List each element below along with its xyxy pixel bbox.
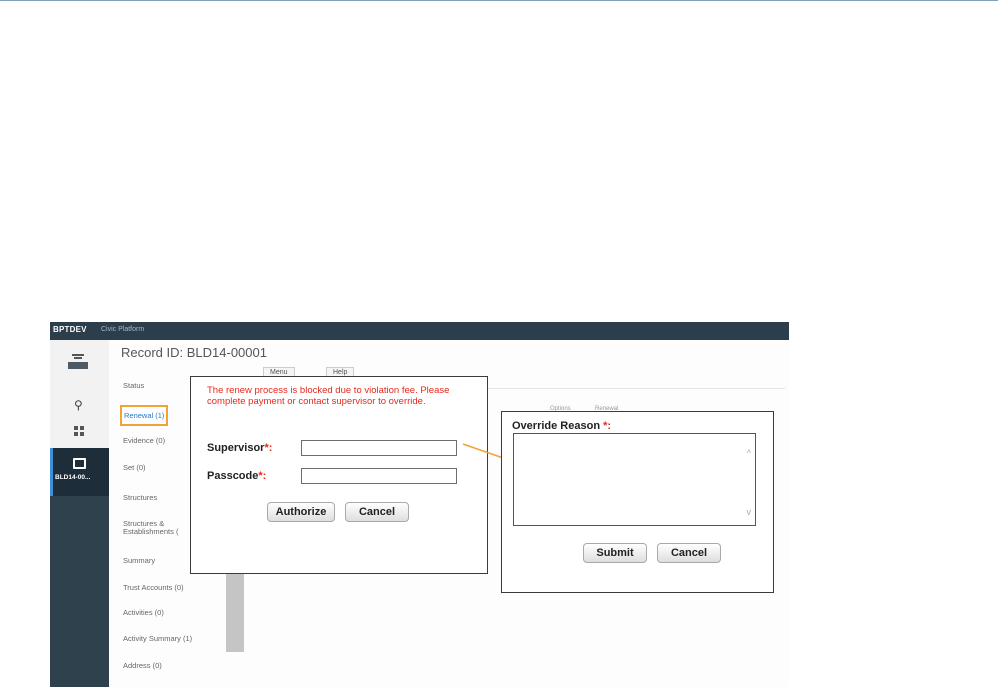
scroll-down-icon[interactable]: v (747, 507, 752, 517)
override-cancel-button[interactable]: Cancel (657, 543, 721, 563)
record-document-icon (73, 458, 86, 469)
record-title: Record ID: BLD14-00001 (121, 345, 267, 360)
inbox-tray-icon (68, 354, 88, 369)
supervisor-input[interactable] (301, 440, 457, 456)
sidebar-item-set[interactable]: Set (0) (123, 463, 146, 472)
passcode-label: Passcode*: (207, 470, 267, 482)
nav-open-record[interactable]: BLD14-00... (50, 448, 109, 496)
nav-launcher[interactable] (50, 340, 109, 384)
scroll-up-icon[interactable]: ^ (747, 448, 751, 458)
sidebar-item-structures[interactable]: Structures (123, 493, 157, 502)
sidebar-item-trust-accounts[interactable]: Trust Accounts (0) (123, 583, 184, 592)
top-border-line (0, 0, 998, 1)
search-icon[interactable]: ⚲ (74, 398, 83, 412)
override-reason-dialog: Override Reason *: ^ v Submit Cancel (501, 411, 774, 593)
required-marker: *: (264, 442, 273, 454)
platform-label[interactable]: Civic Platform (101, 326, 144, 333)
passcode-input[interactable] (301, 468, 457, 484)
sidebar-item-activities[interactable]: Activities (0) (123, 608, 164, 617)
blocked-message: The renew process is blocked due to viol… (207, 385, 450, 407)
override-reason-label: Override Reason *: (512, 420, 612, 432)
sidebar-item-establishments[interactable]: Establishments ( (123, 527, 178, 536)
nav-record-label: BLD14-00... (55, 474, 91, 481)
supervisor-label: Supervisor*: (207, 442, 273, 454)
override-reason-textarea[interactable]: ^ v (513, 433, 756, 526)
apps-grid-icon[interactable] (74, 426, 84, 436)
sidebar-item-renewal[interactable]: Renewal (1) (120, 405, 169, 426)
sidebar-item-activity-summary[interactable]: Activity Summary (1) (123, 634, 192, 643)
authorization-dialog: The renew process is blocked due to viol… (190, 376, 488, 574)
sidebar-item-evidence[interactable]: Evidence (0) (123, 436, 165, 445)
required-marker: *: (603, 420, 612, 432)
required-marker: *: (258, 470, 267, 482)
sidebar-item-address[interactable]: Address (0) (123, 661, 162, 670)
brand-label: BPTDEV (53, 325, 87, 334)
sidebar-item-summary[interactable]: Summary (123, 556, 155, 565)
auth-cancel-button[interactable]: Cancel (345, 502, 409, 522)
sidebar-item-status[interactable]: Status (123, 381, 144, 390)
submit-button[interactable]: Submit (583, 543, 647, 563)
app-header-bar: BPTDEV Civic Platform (50, 322, 789, 340)
left-nav-rail: ⚲ BLD14-00... (50, 340, 109, 687)
authorize-button[interactable]: Authorize (267, 502, 335, 522)
